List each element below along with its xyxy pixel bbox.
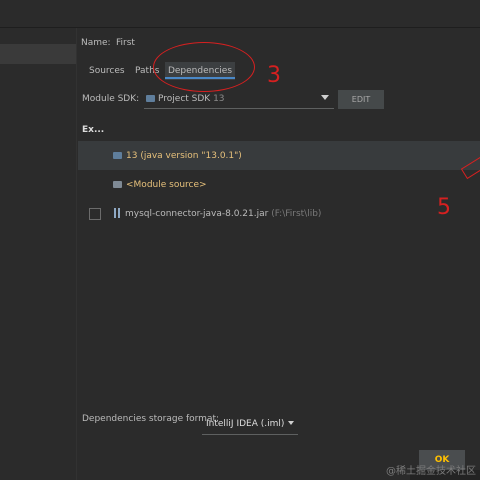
- edit-sdk-button[interactable]: EDIT: [338, 90, 384, 109]
- module-sdk-value: Project SDK 13: [158, 94, 225, 104]
- jar-name: mysql-connector-java-8.0.21.jar: [125, 209, 269, 219]
- chevron-down-icon[interactable]: [321, 95, 329, 100]
- module-sdk-label: Module SDK:: [82, 94, 140, 104]
- module-sdk-version: 13: [213, 94, 225, 104]
- jar-library-icon: [114, 208, 116, 218]
- chevron-down-icon[interactable]: [288, 421, 294, 425]
- storage-format-value: IntelliJ IDEA (.iml): [206, 419, 285, 429]
- watermark: @稀土掘金技术社区: [386, 466, 476, 477]
- storage-format-label: Dependencies storage format:: [82, 414, 220, 424]
- sdk-folder-icon: [146, 95, 155, 102]
- title-bar: [0, 0, 480, 28]
- export-checkbox[interactable]: [89, 208, 101, 220]
- tab-sources[interactable]: Sources: [89, 62, 125, 80]
- jar-path: (F:\First\lib): [271, 209, 322, 219]
- module-sdk-name: Project SDK: [158, 94, 211, 104]
- annotation-circle: [153, 42, 255, 92]
- annotation-step-3: 3: [267, 63, 281, 88]
- name-label: Name:: [81, 38, 111, 48]
- jdk-folder-icon: [113, 152, 122, 159]
- project-structure-sidebar: [0, 28, 77, 480]
- name-field[interactable]: First: [116, 38, 135, 48]
- sidebar-selected-item[interactable]: [0, 44, 76, 64]
- module-source-icon: [113, 181, 122, 188]
- dependency-mysql-jar[interactable]: mysql-connector-java-8.0.21.jar (F:\Firs…: [125, 209, 321, 219]
- dependency-module-source[interactable]: <Module source>: [126, 180, 207, 190]
- export-column-header[interactable]: Ex...: [82, 125, 104, 135]
- dependency-jdk[interactable]: 13 (java version "13.0.1"): [126, 151, 242, 161]
- annotation-step-5: 5: [437, 195, 451, 220]
